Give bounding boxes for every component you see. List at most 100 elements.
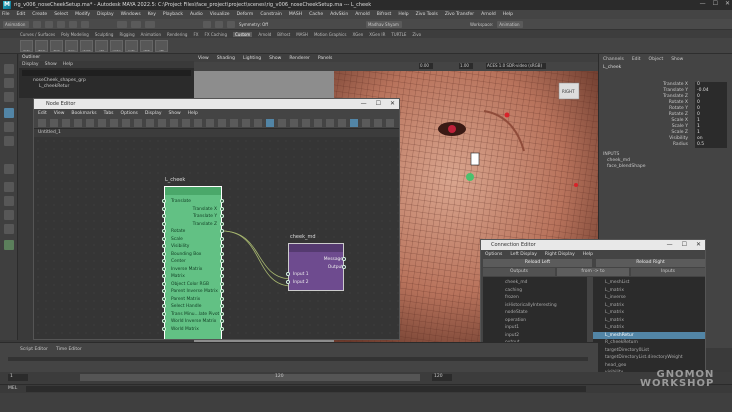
node-editor-tool-icon[interactable] [218, 119, 226, 127]
shelf-tab-fx[interactable]: FX [193, 32, 198, 37]
node-attribute[interactable]: World Inverse Matrix [171, 318, 221, 325]
menu-item-file[interactable]: File [2, 12, 10, 17]
ce-maximize-button[interactable]: ☐ [682, 241, 687, 248]
node-editor-tool-icon[interactable] [338, 119, 346, 127]
attribute-port-icon[interactable] [220, 221, 224, 226]
menu-item-help[interactable]: Help [503, 12, 513, 17]
node-attribute[interactable]: Translate Z [167, 221, 217, 228]
outliner-search-input[interactable] [22, 70, 191, 76]
menu-item-zivo-transfer[interactable]: Zivo Transfer [445, 12, 474, 17]
node-editor-graph[interactable]: L_cheek Translate Translate X Translate YT… [34, 137, 399, 339]
node-attribute[interactable]: Parent Inverse Matrix [171, 288, 221, 295]
scale-field[interactable]: 1.00 [459, 63, 473, 69]
node-editor-tool-icon[interactable] [74, 119, 82, 127]
snap-curve-icon[interactable] [215, 20, 223, 28]
node-header[interactable] [165, 187, 221, 195]
attribute-port-icon[interactable] [220, 214, 224, 218]
node-editor-menu-tabs[interactable]: Tabs [104, 111, 114, 116]
node-editor-tool-icon[interactable] [278, 119, 286, 127]
shelf-button-cmbn[interactable]: cmbn [110, 40, 123, 52]
right-attribute-item[interactable]: R_cheekReturn [593, 339, 705, 346]
node-editor-tool-icon[interactable] [302, 119, 310, 127]
left-attribute-item[interactable]: frozen [483, 294, 587, 301]
shelf-tab-turtle[interactable]: TURTLE [391, 32, 406, 37]
menu-item-help[interactable]: Help [398, 12, 408, 17]
node-editor-tool-icon[interactable] [62, 119, 70, 127]
node-attribute[interactable]: Translate [171, 198, 221, 205]
color-space-dropdown[interactable]: ACES 1.0 SDR-video (sRGB) [486, 63, 546, 69]
right-attribute-item[interactable]: targetDirectoryList.directoryWeight [593, 354, 705, 361]
menu-item-playback[interactable]: Playback [163, 12, 183, 17]
channel-box-menu-edit[interactable]: Edit [632, 57, 641, 62]
snap-grid-icon[interactable] [203, 20, 211, 28]
node-editor-tool-icon[interactable] [266, 119, 274, 127]
left-attribute-item[interactable]: input1 [483, 324, 587, 331]
node-attribute[interactable]: Matrix [171, 273, 221, 280]
node-editor-tool-icon[interactable] [110, 119, 118, 127]
attribute-port-icon[interactable] [162, 266, 166, 271]
channel-box-menu-show[interactable]: Show [671, 57, 683, 62]
ne-maximize-button[interactable]: ☐ [376, 100, 381, 107]
attribute-port-icon[interactable] [162, 229, 166, 233]
node-attribute[interactable]: Output [293, 264, 343, 271]
node-editor-tool-icon[interactable] [350, 119, 358, 127]
layout-two-icon[interactable] [4, 210, 14, 220]
left-attribute-item[interactable]: operation [483, 317, 587, 324]
attribute-port-icon[interactable] [220, 229, 224, 233]
menu-item-select[interactable]: Select [54, 12, 68, 17]
attribute-port-icon[interactable] [220, 259, 224, 263]
attribute-port-icon[interactable] [162, 281, 166, 286]
right-attribute-item[interactable]: L_inverse [593, 294, 705, 301]
menu-item-edit[interactable]: Edit [17, 12, 26, 17]
shelf-tab-rendering[interactable]: Rendering [167, 32, 187, 37]
node-editor-menu-view[interactable]: View [54, 111, 65, 116]
node-editor-tool-icon[interactable] [98, 119, 106, 127]
attribute-port-icon[interactable] [220, 326, 224, 331]
ce-close-button[interactable]: ✕ [696, 241, 701, 248]
menu-item-advskin[interactable]: AdvSkin [330, 12, 348, 17]
node-editor-tool-icon[interactable] [386, 119, 394, 127]
menu-item-deform[interactable]: Deform [237, 12, 254, 17]
left-attribute-item[interactable]: input2 [483, 332, 587, 339]
attribute-port-icon[interactable] [162, 311, 166, 316]
node-editor-menu-edit[interactable]: Edit [38, 111, 47, 116]
left-attribute-item[interactable]: nodeState [483, 309, 587, 316]
paint-tool-icon[interactable] [4, 92, 14, 102]
ne-close-button[interactable]: ✕ [390, 100, 395, 107]
node-editor-tool-icon[interactable] [134, 119, 142, 127]
menu-item-bifrost[interactable]: Bifrost [377, 12, 392, 17]
attribute-port-icon[interactable] [162, 206, 166, 211]
right-attribute-item[interactable]: L_matrix [593, 302, 705, 309]
attribute-port-icon[interactable] [162, 199, 166, 203]
undo-icon[interactable] [69, 20, 77, 28]
attribute-port-icon[interactable] [220, 281, 224, 286]
shelf-tab-mash[interactable]: MASH [296, 32, 308, 37]
shelf-button-vtC[interactable]: vtC [155, 40, 168, 52]
from-to-toggle[interactable]: from -> to [557, 268, 629, 276]
node-attribute[interactable]: Center [171, 258, 221, 265]
node-attribute[interactable]: Input 1 [293, 271, 343, 278]
close-button[interactable]: ✕ [725, 0, 730, 7]
shelf-button-ctcrv[interactable]: ctcrv [65, 40, 78, 52]
node-attribute[interactable]: Translate X [167, 206, 217, 213]
attribute-port-icon[interactable] [162, 296, 166, 301]
shelf-button-sbdrk[interactable]: sbdrk [80, 40, 93, 52]
node-editor-menu-display[interactable]: Display [145, 111, 162, 116]
right-attribute-item[interactable]: L_matrix [593, 317, 705, 324]
node-editor-menu-help[interactable]: Help [188, 111, 198, 116]
viewport-menu-renderer[interactable]: Renderer [289, 56, 310, 61]
shelf-button-dkUp[interactable]: dkUp [35, 40, 48, 52]
right-attribute-item[interactable]: L_matrix [593, 309, 705, 316]
maximize-button[interactable]: ☐ [713, 0, 718, 7]
select-hierarchy-icon[interactable] [117, 20, 127, 28]
node-attribute[interactable]: World Matrix [171, 326, 221, 333]
shelf-button-pvtp[interactable]: pvtp [125, 40, 138, 52]
layout-four-icon[interactable] [4, 196, 14, 206]
time-editor-tab[interactable]: Time Editor [56, 347, 82, 352]
input-node-item[interactable]: cheek_md [607, 158, 630, 163]
node-editor-tab[interactable]: Untitled_1 [34, 129, 399, 137]
node-editor-tool-icon[interactable] [86, 119, 94, 127]
connection-editor-menu-help[interactable]: Help [583, 252, 593, 257]
menu-item-arnold[interactable]: Arnold [481, 12, 496, 17]
attribute-port-icon[interactable] [220, 244, 224, 248]
